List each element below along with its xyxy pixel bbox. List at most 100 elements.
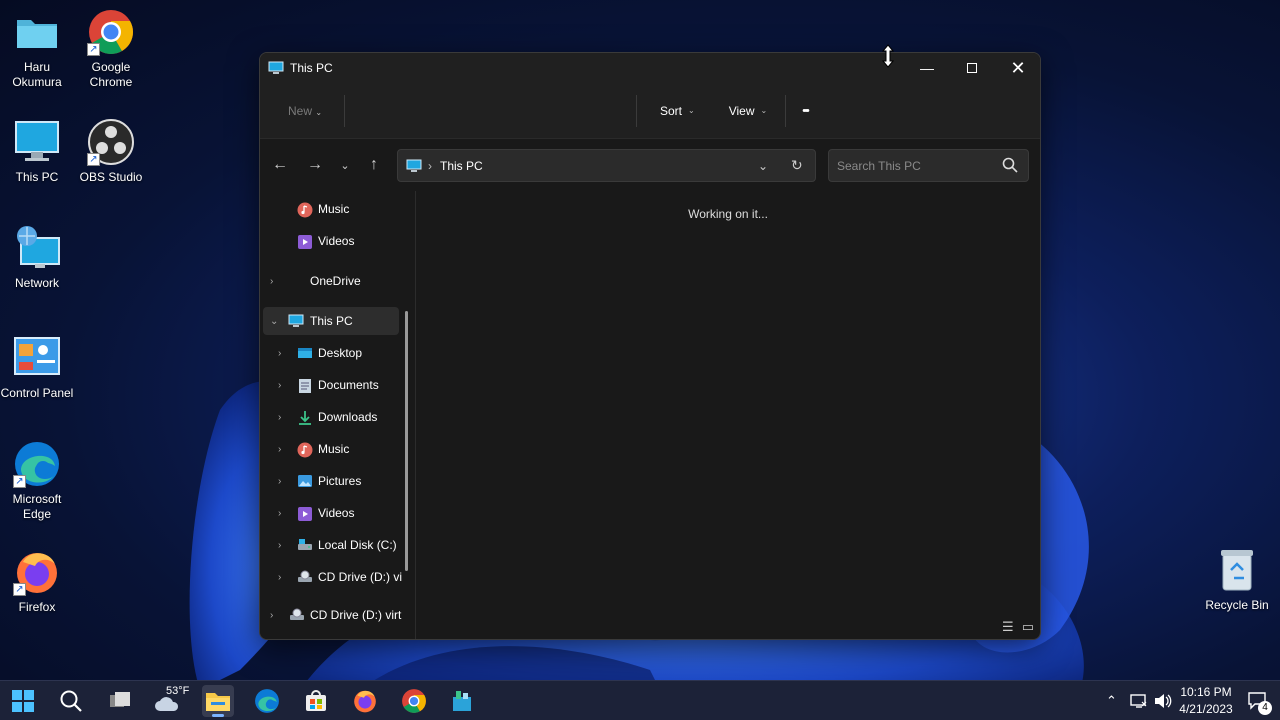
sidebar-item-cd-drive[interactable]: › CD Drive (D:) vi (260, 563, 408, 591)
sidebar-item-label: Music (318, 202, 350, 216)
chevron-down-icon[interactable]: ⌄ (758, 159, 768, 173)
forward-button[interactable]: → (303, 153, 327, 177)
navigation-pane[interactable]: Music Videos › OneDrive ⌄ This PC › Desk… (260, 191, 416, 639)
chevron-right-icon[interactable]: › (278, 412, 281, 423)
desktop-icon-recycle-bin[interactable]: Recycle Bin (1203, 548, 1271, 612)
desktop-icon-network[interactable]: Network (0, 224, 74, 291)
sidebar-item-desktop[interactable]: › Desktop (260, 339, 408, 367)
start-button[interactable] (7, 685, 39, 717)
sidebar-item-music[interactable]: › Music (260, 435, 408, 463)
edge-icon (255, 689, 279, 713)
sidebar-item-onedrive[interactable]: › OneDrive (260, 267, 408, 295)
chevron-down-icon[interactable]: ⌄ (270, 316, 278, 327)
sidebar-item-music[interactable]: Music (260, 195, 408, 223)
cd-drive-icon (297, 570, 313, 584)
taskbar-app[interactable] (446, 685, 478, 717)
details-view-icon[interactable]: ☰ (1002, 619, 1014, 635)
search-input[interactable]: Search This PC (837, 159, 921, 173)
sidebar-item-label: CD Drive (D:) vi (318, 570, 402, 584)
desktop-icon-google-chrome[interactable]: ↗ Google Chrome (74, 8, 148, 90)
refresh-icon[interactable]: ↻ (791, 157, 803, 174)
this-pc-icon (406, 159, 422, 172)
recent-locations-button[interactable]: ⌄ (333, 153, 357, 177)
sidebar-item-local-disk[interactable]: › Local Disk (C:) (260, 531, 408, 559)
maximize-button[interactable] (949, 53, 995, 83)
resize-cursor-icon (882, 44, 894, 68)
sidebar-item-videos[interactable]: Videos (260, 227, 408, 255)
taskbar-google-chrome[interactable] (398, 685, 430, 717)
address-bar[interactable]: › This PC ⌄ ↻ (397, 149, 816, 182)
chevron-right-icon[interactable]: › (278, 380, 281, 391)
firefox-icon (354, 690, 376, 713)
taskbar-microsoft-store[interactable] (300, 685, 332, 717)
close-button[interactable]: ✕ (995, 53, 1040, 83)
chevron-right-icon[interactable]: › (270, 276, 273, 287)
show-hidden-icons-button[interactable]: ⌃ (1106, 681, 1117, 720)
downloads-icon (298, 410, 314, 425)
task-view-button[interactable] (104, 685, 136, 717)
this-pc-icon (288, 314, 304, 328)
chevron-up-icon: ⌃ (1106, 693, 1117, 708)
chevron-right-icon[interactable]: › (278, 444, 281, 455)
desktop-icon-user-folder[interactable]: Haru Okumura (0, 8, 74, 90)
back-button[interactable]: ← (268, 153, 292, 177)
notification-center-button[interactable]: 4 (1248, 681, 1272, 720)
chevron-right-icon[interactable]: › (270, 610, 273, 621)
file-explorer-window: This PC — ✕ New ⌄ Sort ⌄ View ⌄ ••• ← → … (259, 52, 1041, 640)
view-toggle: ☰ ▭ (1002, 619, 1034, 635)
minimize-button[interactable]: — (904, 53, 950, 83)
new-button[interactable]: New ⌄ (288, 104, 344, 118)
sort-label: Sort (660, 103, 683, 118)
sidebar-item-label: CD Drive (D:) virt (310, 608, 402, 622)
desktop-icon-label: Haru Okumura (12, 60, 62, 89)
folder-icon (13, 8, 61, 56)
sidebar-item-label: Music (318, 442, 350, 456)
chevron-right-icon[interactable]: › (278, 348, 281, 359)
sort-button[interactable]: Sort ⌄ (648, 104, 707, 118)
sidebar-item-downloads[interactable]: › Downloads (260, 403, 408, 431)
store-icon (306, 690, 326, 711)
breadcrumb-this-pc[interactable]: This PC (440, 159, 483, 173)
more-icon: ••• (802, 104, 809, 117)
loading-status: Working on it... (688, 207, 768, 221)
chevron-right-icon[interactable]: › (278, 476, 281, 487)
desktop-icon-this-pc[interactable]: This PC (0, 118, 74, 185)
clock[interactable]: 10:16 PM 4/21/2023 (1170, 684, 1242, 718)
sidebar-item-label: Documents (318, 378, 379, 392)
tiles-view-icon[interactable]: ▭ (1022, 619, 1034, 635)
sidebar-item-this-pc[interactable]: ⌄ This PC (263, 307, 399, 335)
desktop-icon-control-panel[interactable]: Control Panel (0, 334, 74, 401)
sidebar-item-label: OneDrive (310, 274, 361, 288)
view-button[interactable]: View ⌄ (717, 104, 780, 118)
file-explorer-icon (206, 693, 230, 711)
file-list-area[interactable]: Working on it... ☰ ▭ (416, 191, 1040, 639)
desktop-icon-label: Google Chrome (89, 60, 133, 89)
network-status-button[interactable] (1130, 681, 1148, 720)
search-taskbar-button[interactable] (55, 685, 87, 717)
sidebar-item-label: Pictures (318, 474, 362, 488)
desktop-icon-firefox[interactable]: ↗ Firefox (0, 548, 74, 615)
taskbar-firefox[interactable] (349, 685, 381, 717)
sidebar-item-pictures[interactable]: › Pictures (260, 467, 408, 495)
chevron-right-icon[interactable]: › (278, 508, 281, 519)
up-button[interactable]: ↑ (362, 153, 386, 177)
chevron-right-icon[interactable]: › (278, 572, 281, 583)
desktop-icon-obs-studio[interactable]: ↗ OBS Studio (74, 118, 148, 185)
sidebar-item-videos[interactable]: › Videos (260, 499, 408, 527)
more-options-button[interactable]: ••• (790, 105, 820, 117)
sidebar-item-label: Downloads (318, 410, 378, 424)
title-bar[interactable]: This PC — ✕ (260, 53, 1040, 83)
sidebar-scrollbar[interactable] (405, 311, 408, 571)
obs-icon: ↗ (87, 118, 135, 166)
desktop-icon-microsoft-edge[interactable]: ↗ Microsoft Edge (0, 440, 74, 522)
weather-widget[interactable]: 53°F (152, 685, 192, 717)
chevron-right-icon[interactable]: › (278, 540, 281, 551)
sidebar-item-documents[interactable]: › Documents (260, 371, 408, 399)
explorer-body: Music Videos › OneDrive ⌄ This PC › Desk… (260, 191, 1040, 639)
recycle-bin-label: Recycle Bin (1205, 598, 1269, 612)
sidebar-item-cd-drive-root[interactable]: › CD Drive (D:) virt (260, 601, 408, 629)
desktop-icon-label: Control Panel (0, 386, 74, 400)
taskbar-microsoft-edge[interactable] (251, 685, 283, 717)
search-box[interactable]: Search This PC (828, 149, 1029, 182)
taskbar-file-explorer[interactable] (202, 685, 234, 717)
